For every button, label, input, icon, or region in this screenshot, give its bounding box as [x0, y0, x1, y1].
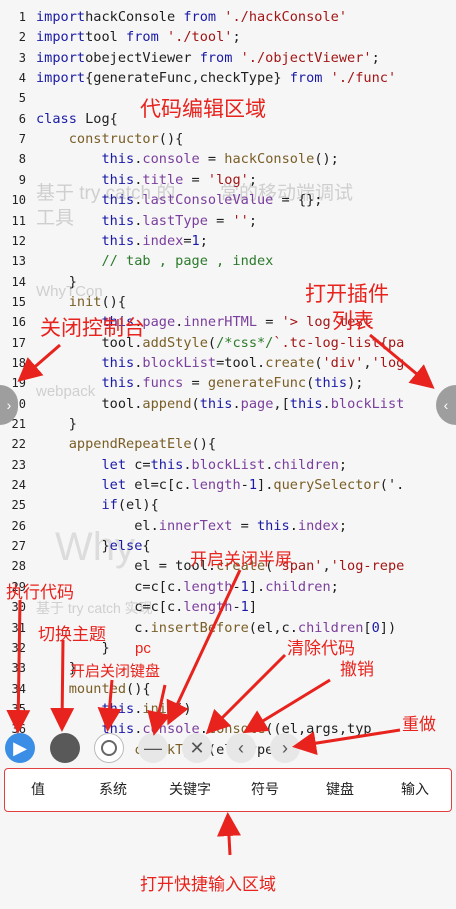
annotation-arrows	[6, 333, 435, 856]
annotation-switch-theme: 切换主题	[38, 625, 106, 644]
app-screen: Why 基于 try catch 的 常的移动端调试 工具 WhyTCon we…	[0, 0, 456, 909]
annotation-toggle-halfscreen: 开启关闭半屏	[190, 550, 292, 569]
annotation-open-plugins-2: 列表	[332, 310, 374, 333]
annotation-editor-area: 代码编辑区域	[140, 98, 266, 121]
annotation-undo: 撤销	[340, 660, 374, 679]
annotation-run-code: 执行代码	[6, 583, 74, 602]
annotation-open-quick-input: 打开快捷输入区域	[140, 875, 276, 894]
annotation-close-console: 关闭控制台	[40, 317, 145, 340]
annotation-toggle-keyboard: 开启关闭键盘	[70, 663, 161, 680]
annotation-redo: 重做	[402, 715, 436, 734]
annotation-pc: pc	[135, 640, 151, 657]
annotation-open-plugins: 打开插件	[305, 283, 389, 306]
